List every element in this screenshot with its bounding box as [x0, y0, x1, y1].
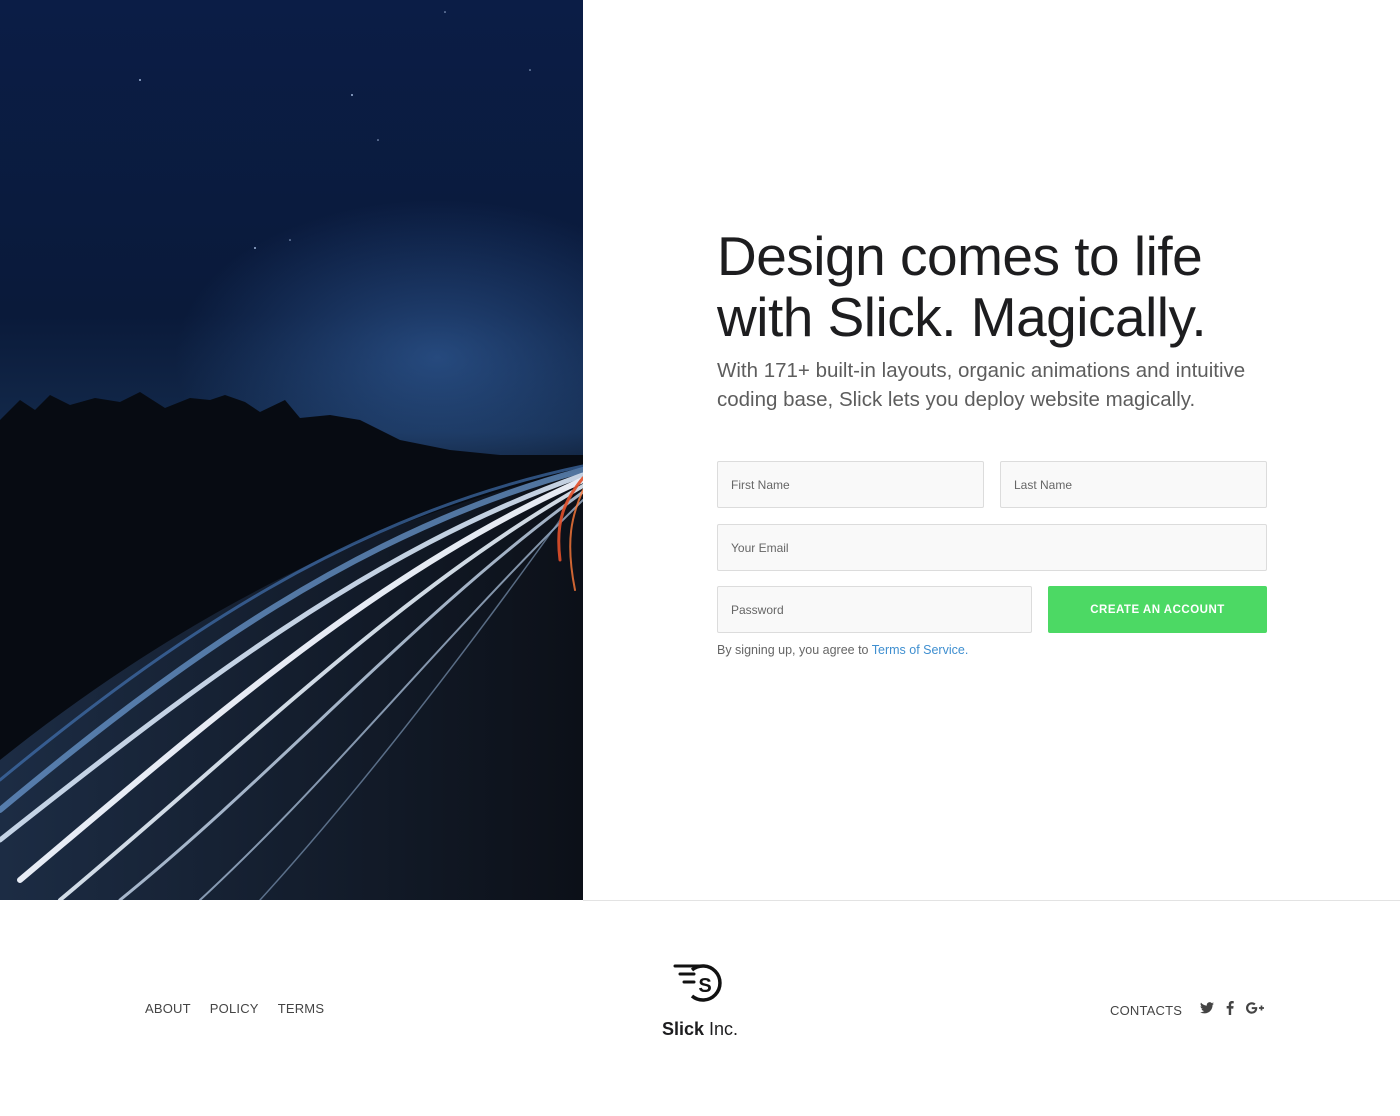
- footer-link-contacts[interactable]: CONTACTS: [1110, 1003, 1182, 1018]
- slick-logo-icon: S: [673, 964, 722, 1002]
- hero-subtext: With 171+ built-in layouts, organic anim…: [717, 359, 1246, 411]
- terms-notice: By signing up, you agree to Terms of Ser…: [717, 643, 1267, 657]
- first-name-field[interactable]: [717, 461, 984, 508]
- create-account-button[interactable]: CREATE AN ACCOUNT: [1048, 586, 1267, 633]
- facebook-icon[interactable]: [1226, 1000, 1234, 1019]
- footer-link-about[interactable]: ABOUT: [145, 1001, 191, 1016]
- footer-link-policy[interactable]: POLICY: [210, 1001, 259, 1016]
- headline-line-1: Design comes to life: [717, 225, 1203, 287]
- highway-night-photo: [0, 0, 583, 900]
- svg-text:S: S: [698, 975, 711, 997]
- social-links: [1200, 1000, 1265, 1019]
- brand-name: Slick Inc.: [600, 1019, 800, 1040]
- brand-name-bold: Slick: [661, 1019, 704, 1039]
- brand-name-rest: Inc.: [704, 1019, 739, 1039]
- google-plus-icon[interactable]: [1246, 1002, 1265, 1018]
- page-title: Design comes to life with Slick. Magical…: [717, 226, 1277, 348]
- terms-of-service-link[interactable]: Terms of Service.: [872, 643, 969, 657]
- highway-light-trails-image: [0, 0, 583, 900]
- last-name-field[interactable]: [1000, 461, 1267, 508]
- email-field[interactable]: [717, 524, 1267, 571]
- headline-line-2: with Slick. Magically.: [717, 286, 1207, 348]
- footer-nav-left: ABOUT POLICY TERMS: [145, 1001, 324, 1016]
- password-field[interactable]: [717, 586, 1032, 633]
- footer: ABOUT POLICY TERMS S Slick Inc. CONTACTS: [0, 901, 1400, 1116]
- footer-link-terms[interactable]: TERMS: [278, 1001, 325, 1016]
- footer-nav-right: CONTACTS: [1110, 1000, 1265, 1019]
- brand: S Slick Inc.: [600, 961, 800, 1040]
- twitter-icon[interactable]: [1200, 1002, 1215, 1018]
- terms-prefix: By signing up, you agree to: [717, 643, 872, 657]
- hero-content: Design comes to life with Slick. Magical…: [717, 226, 1277, 414]
- hero-section: Design comes to life with Slick. Magical…: [0, 0, 1400, 900]
